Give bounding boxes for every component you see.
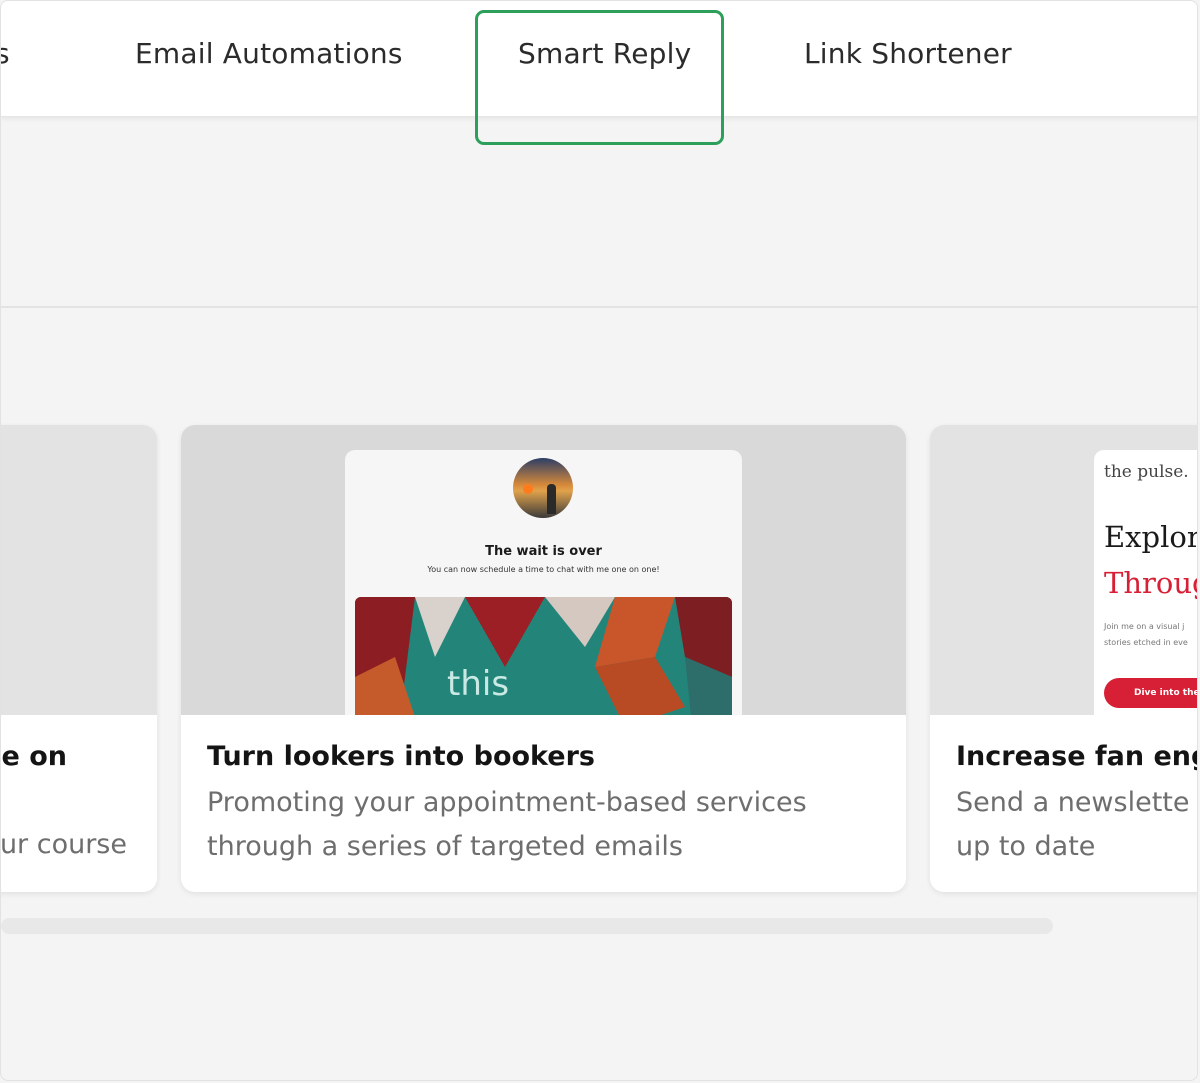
card-description-line: Send a newslette	[956, 787, 1190, 818]
template-card-turn-lookers-into-bookers[interactable]: The wait is over You can now schedule a …	[181, 425, 906, 892]
card-title: Turn lookers into bookers	[207, 741, 595, 772]
email-preview-heading: The wait is over	[485, 544, 602, 559]
newsletter-headline-accent: Throug	[1104, 566, 1197, 600]
geometric-neon-art: this	[355, 597, 732, 715]
card-body: se on ur course	[0, 715, 157, 892]
card-preview: the pulse. Explor Throug Join me on a vi…	[930, 425, 1198, 715]
svg-text:this: this	[447, 664, 509, 704]
card-title: Increase fan enga	[956, 741, 1197, 772]
newsletter-text: stories etched in eve	[1104, 638, 1188, 647]
card-title: se on	[1, 741, 67, 772]
newsletter-preview: the pulse. Explor Throug Join me on a vi…	[1094, 450, 1198, 715]
newsletter-headline: Explor	[1104, 520, 1198, 554]
email-preview: The wait is over You can now schedule a …	[345, 450, 742, 715]
newsletter-button: Dive into the	[1104, 678, 1197, 708]
section-divider	[1, 306, 1197, 308]
card-description-line: up to date	[956, 831, 1096, 862]
card-body: Increase fan enga Send a newslette up to…	[930, 715, 1197, 892]
template-card-increase-fan-engagement[interactable]: the pulse. Explor Throug Join me on a vi…	[930, 425, 1198, 892]
template-card-left[interactable]: se on ur course	[0, 425, 157, 892]
horizontal-scrollbar[interactable]	[1, 918, 1053, 934]
tab-email-automations[interactable]: Email Automations	[135, 37, 403, 70]
card-description: ur course	[0, 829, 127, 860]
card-preview	[1, 425, 157, 715]
card-description-line: through a series of targeted emails	[207, 831, 683, 862]
newsletter-text: Join me on a visual j	[1104, 622, 1185, 631]
email-preview-image: this	[355, 597, 732, 715]
tab-partial[interactable]: s	[1, 37, 10, 70]
tab-link-shortener[interactable]: Link Shortener	[804, 37, 1012, 70]
avatar	[513, 458, 573, 518]
smart-reply-highlight-box	[475, 10, 724, 145]
sun-icon	[523, 484, 533, 494]
app-frame: s Email Automations Smart Reply Link Sho…	[0, 0, 1198, 1081]
card-description: Promoting your appointment-based service…	[207, 781, 807, 869]
card-description-line: Promoting your appointment-based service…	[207, 787, 807, 818]
card-body: Turn lookers into bookers Promoting your…	[181, 715, 906, 892]
newsletter-logo: the pulse.	[1104, 462, 1189, 482]
email-preview-subheading: You can now schedule a time to chat with…	[427, 565, 660, 574]
card-preview: The wait is over You can now schedule a …	[181, 425, 906, 715]
card-description: Send a newslette up to date	[956, 781, 1189, 869]
person-silhouette-icon	[547, 484, 556, 514]
